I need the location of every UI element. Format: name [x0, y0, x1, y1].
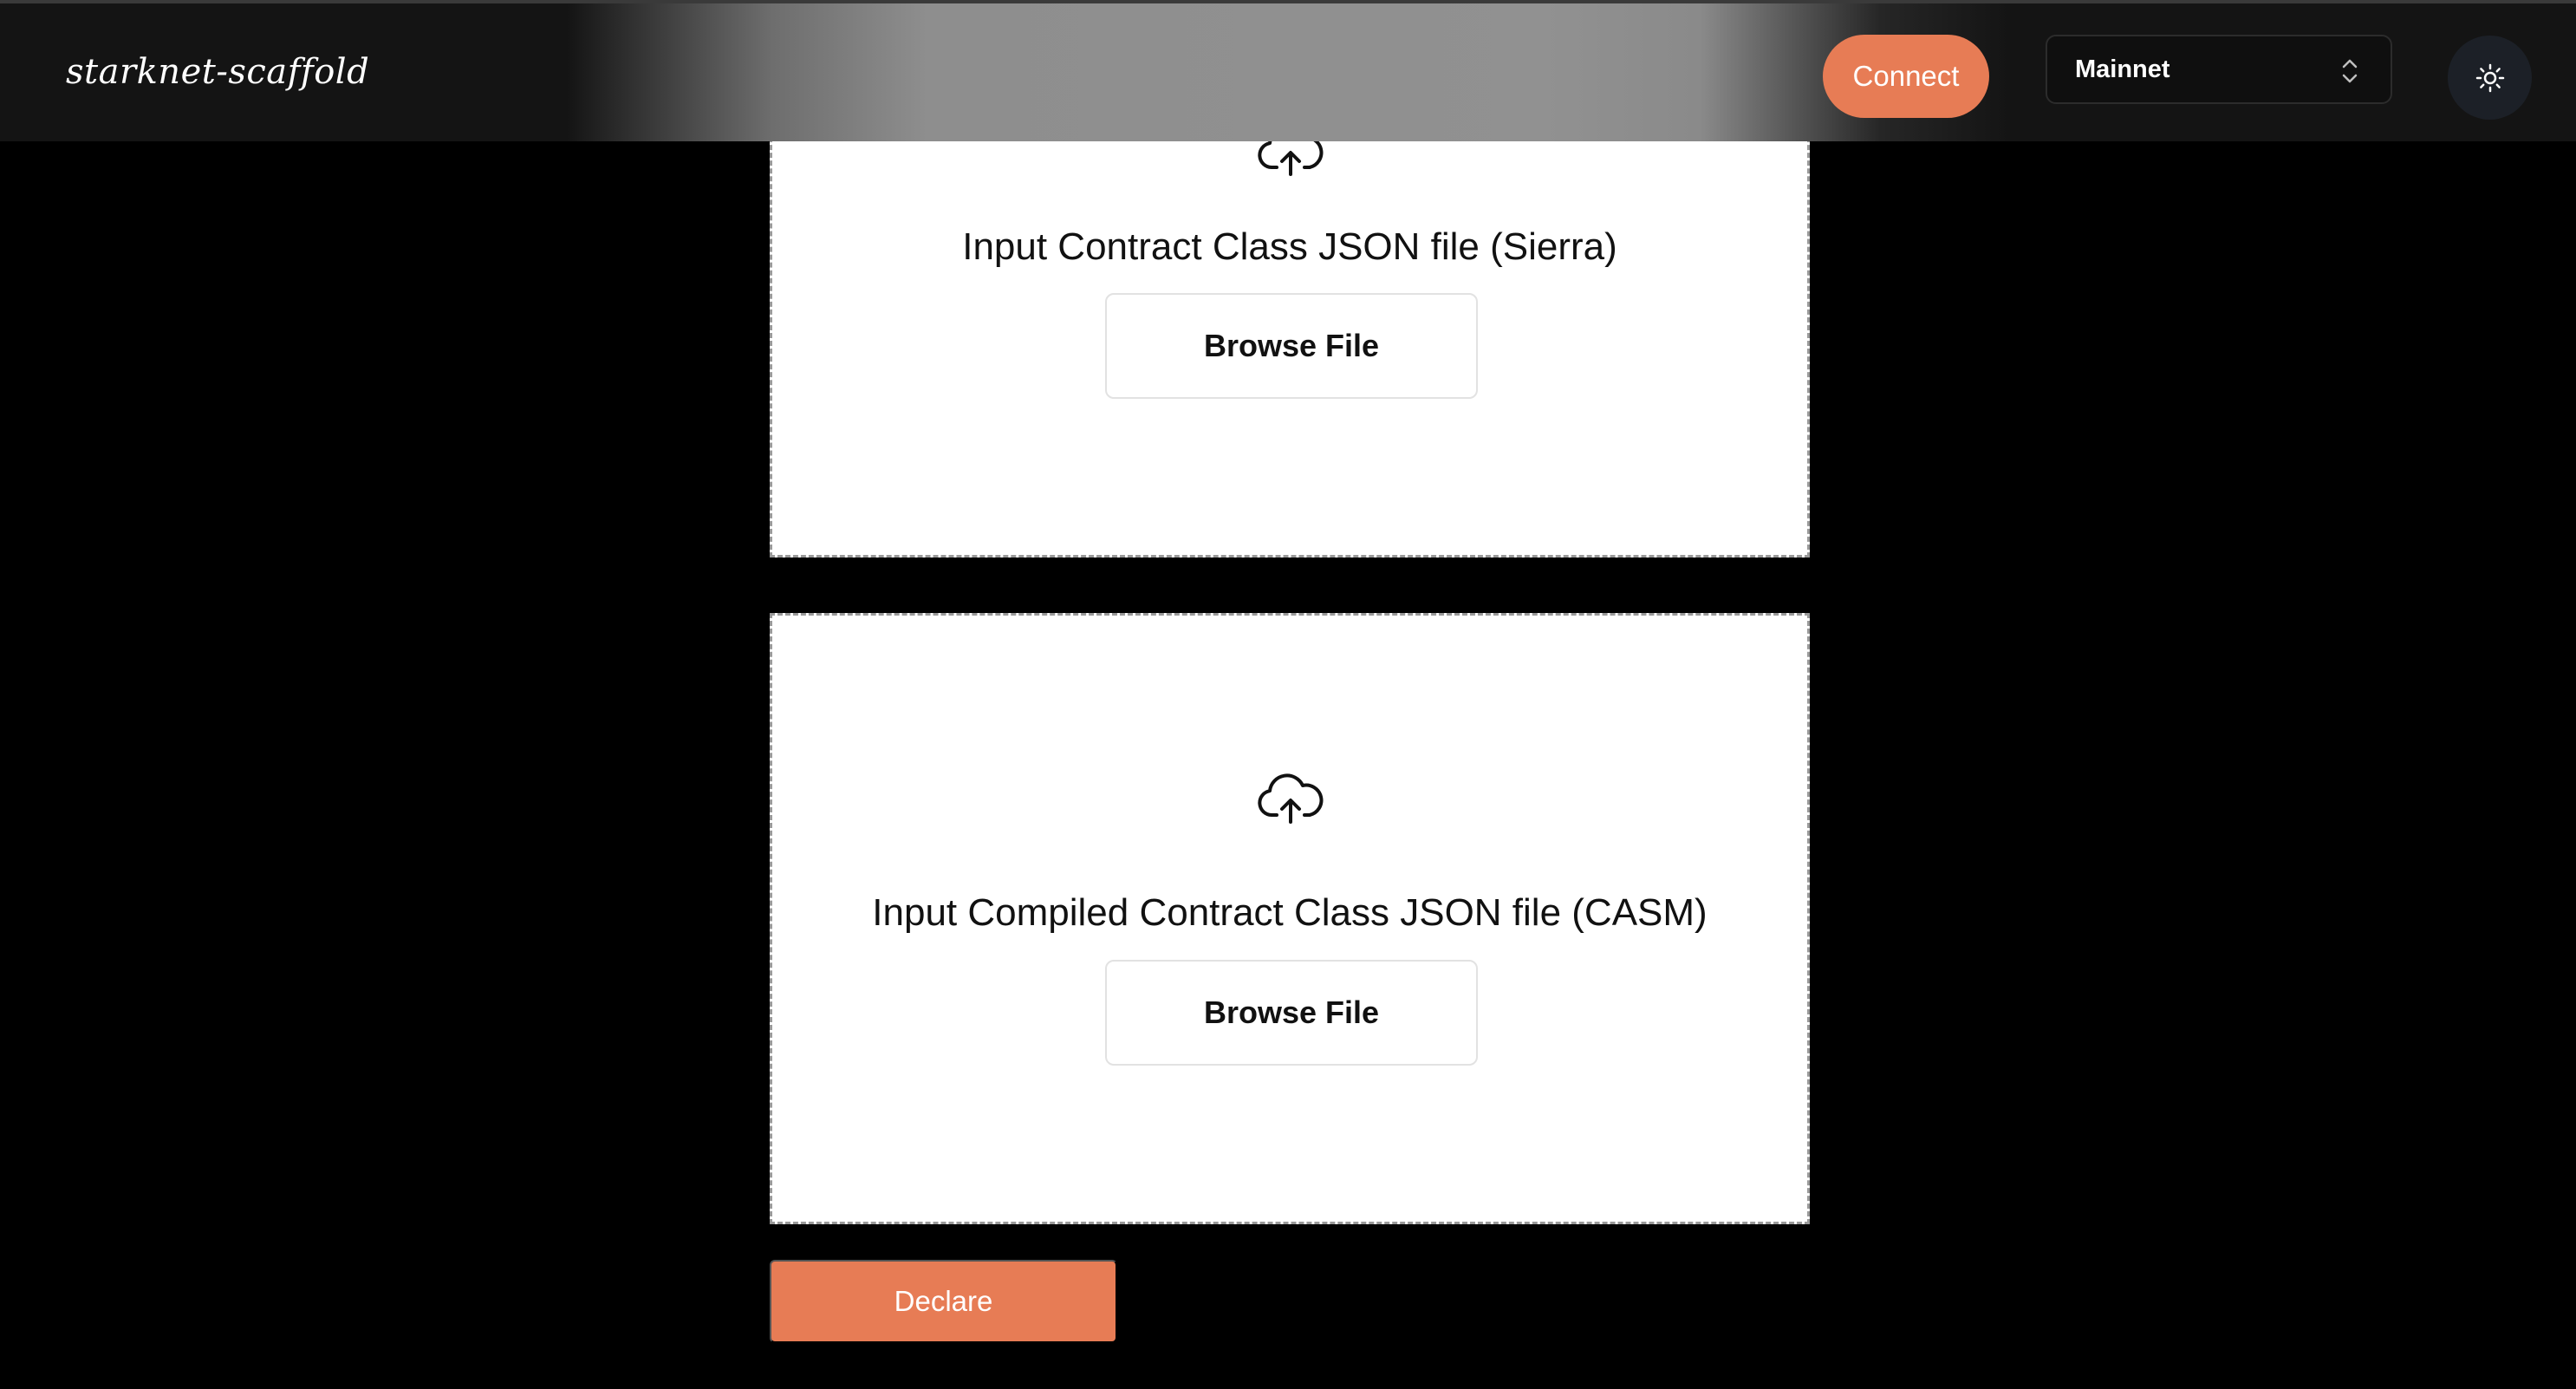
casm-upload-dropzone[interactable]: Input Compiled Contract Class JSON file … — [770, 613, 1810, 1224]
sierra-browse-file-button[interactable]: Browse File — [1105, 293, 1478, 399]
sierra-upload-dropzone[interactable]: Input Contract Class JSON file (Sierra) … — [770, 121, 1810, 558]
chevron-up-down-icon — [2342, 59, 2358, 83]
app-logo[interactable]: starknet-scaffold — [66, 52, 369, 92]
network-selected-value: Mainnet — [2075, 55, 2170, 83]
casm-browse-file-button[interactable]: Browse File — [1105, 960, 1478, 1066]
connect-wallet-button[interactable]: Connect — [1823, 35, 1989, 118]
cloud-upload-icon — [1258, 773, 1324, 824]
top-navbar: starknet-scaffold Connect Mainnet — [0, 0, 2576, 141]
sierra-upload-title: Input Contract Class JSON file (Sierra) — [962, 225, 1617, 268]
network-select[interactable]: Mainnet — [2046, 35, 2392, 104]
sun-icon — [2475, 63, 2504, 92]
casm-upload-title: Input Compiled Contract Class JSON file … — [872, 891, 1708, 934]
declare-button[interactable]: Declare — [770, 1260, 1117, 1343]
theme-toggle-button[interactable] — [2448, 36, 2532, 120]
